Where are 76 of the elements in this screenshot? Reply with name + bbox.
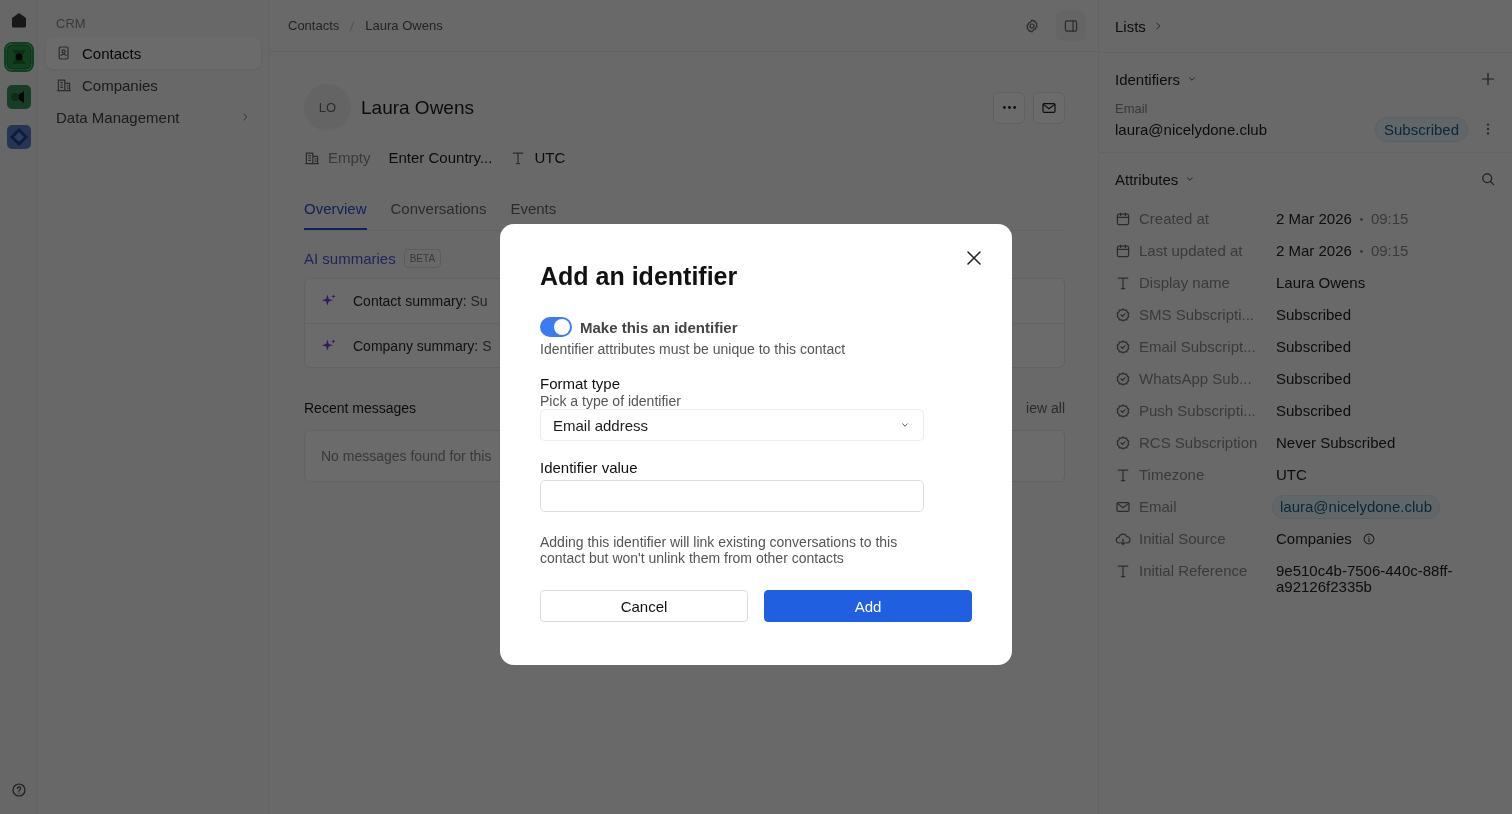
app-logo-icon[interactable]: [5, 84, 32, 110]
tab[interactable]: Conversations: [390, 200, 487, 230]
help-text: Pick a type of identifier: [540, 393, 682, 409]
search-icon[interactable]: [1480, 171, 1496, 187]
attribute-value: Subscribed: [1276, 403, 1352, 419]
help-text: Identifier attributes must be unique to this contact: [540, 341, 847, 357]
attribute-value: Subscribed: [1276, 371, 1352, 387]
text-type-icon: [1115, 467, 1131, 483]
section-toggle[interactable]: Lists: [1115, 0, 1164, 52]
summary-text: Contact summary: Su: [353, 293, 488, 309]
more-icon: [1002, 106, 1016, 109]
separator-dot: [1359, 249, 1363, 253]
attribute-value: Never Subscribed: [1276, 435, 1396, 451]
add-button[interactable]: Add: [764, 590, 972, 622]
dialog-title: Add an identifier: [540, 262, 739, 291]
attribute-value: UTC: [1276, 467, 1307, 483]
help-icon[interactable]: [10, 782, 27, 798]
toggle-switch[interactable]: [540, 317, 572, 337]
badge-check-icon: [1115, 371, 1131, 387]
badge-check-icon: [1115, 403, 1131, 419]
input-field[interactable]: [540, 480, 924, 512]
building-icon: [56, 77, 72, 93]
close-icon[interactable]: [964, 248, 984, 268]
view-all-link[interactable]: iew all: [1026, 400, 1065, 416]
help-text: Adding this identifier will link existing conversations to this contact but won't unlink them from other contacts: [540, 534, 899, 566]
contact-book-icon: [56, 45, 72, 61]
summary-text: Company summary: S: [353, 337, 492, 354]
text-type-icon: [1115, 275, 1131, 291]
add-icon[interactable]: [1480, 71, 1496, 87]
cancel-button[interactable]: Cancel: [540, 590, 748, 622]
contact-name: Laura Owens: [361, 96, 474, 119]
panel-toggle-button[interactable]: [1056, 10, 1086, 41]
sidebar-toggle-icon: [1063, 17, 1079, 34]
section-toggle[interactable]: Identifiers: [1115, 53, 1199, 105]
calendar-icon: [1115, 211, 1131, 227]
info-icon: [1361, 532, 1376, 546]
status-badge: Subscribed: [1374, 116, 1468, 142]
breadcrumb-separator-icon: [349, 19, 356, 32]
toggle-label: Make this an identifier: [580, 318, 738, 336]
breadcrumb-link[interactable]: Laura Owens: [365, 18, 443, 33]
email-button[interactable]: [1033, 91, 1065, 124]
tab[interactable]: Overview: [304, 200, 367, 230]
section-toggle[interactable]: Attributes: [1115, 153, 1197, 205]
cloud-download-icon: [1115, 531, 1131, 547]
app-logo-icon[interactable]: [5, 44, 32, 70]
sidebar-item[interactable]: Companies: [46, 69, 261, 101]
meta-value[interactable]: UTC: [534, 149, 566, 166]
field-label: Format type: [540, 375, 622, 392]
attribute-value: Subscribed: [1276, 339, 1352, 355]
badge-check-icon: [1115, 435, 1131, 451]
attribute-value: Subscribed: [1276, 307, 1352, 323]
section-title: AI summaries: [304, 250, 396, 267]
text-type-icon: [1115, 563, 1131, 579]
separator-dot: [1359, 217, 1363, 221]
email-chip[interactable]: laura@nicelydone.club: [1272, 495, 1440, 519]
field-label: Identifier value: [540, 459, 639, 476]
badge-check-icon: [1115, 339, 1131, 355]
settings-icon[interactable]: [1024, 17, 1040, 34]
sidebar-item[interactable]: Contacts: [46, 37, 261, 69]
sidebar-item[interactable]: Data Management: [46, 101, 261, 133]
attribute-value: Laura Owens: [1276, 275, 1366, 291]
section-title: Recent messages: [304, 400, 417, 416]
identifier-value: laura@nicelydone.club: [1115, 120, 1267, 138]
attribute-value: Companies: [1276, 531, 1352, 547]
attribute-value: 2 Mar 2026: [1276, 211, 1352, 227]
calendar-icon: [1115, 243, 1131, 259]
avatar: LO: [304, 84, 351, 131]
attribute-value: 2 Mar 2026: [1276, 243, 1352, 259]
breadcrumb-link[interactable]: Contacts: [288, 18, 340, 33]
app-logo-icon[interactable]: [5, 124, 32, 150]
badge-check-icon: [1115, 307, 1131, 323]
more-button[interactable]: [993, 91, 1025, 124]
format-select[interactable]: Email address: [540, 409, 924, 441]
meta-value[interactable]: Enter Country...: [388, 149, 493, 166]
attribute-value: 9e510c4b-7506-440c-88ff-a92126f2335b: [1276, 563, 1454, 595]
mail-icon: [1115, 499, 1131, 515]
